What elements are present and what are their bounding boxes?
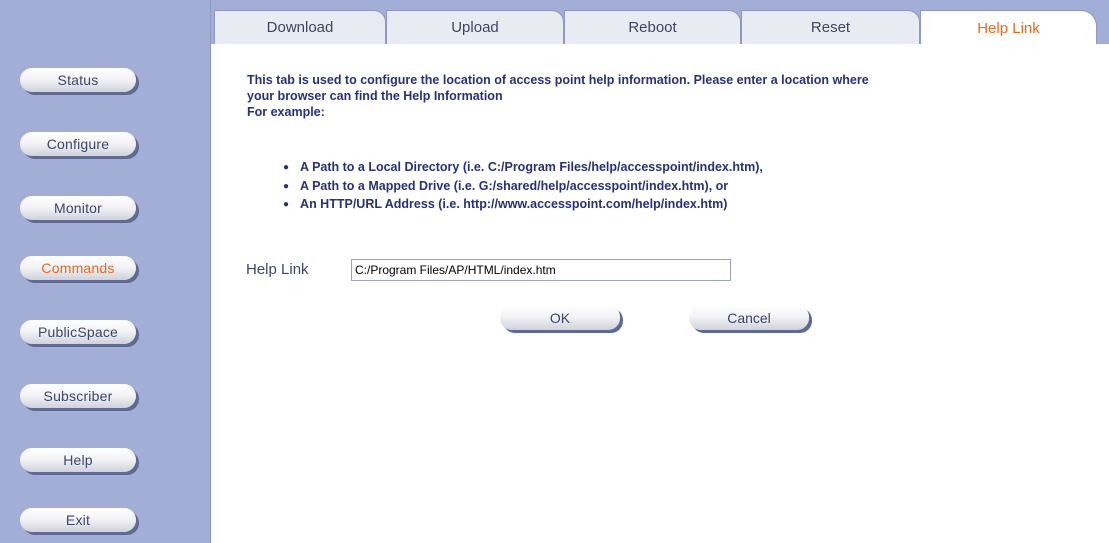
list-item-text: A Path to a Local Directory (i.e. C:/Pro… <box>300 160 763 174</box>
sidebar-item-commands[interactable]: Commands <box>20 256 136 280</box>
tab-label: Reboot <box>628 19 677 36</box>
sidebar-item-exit[interactable]: Exit <box>20 508 136 532</box>
sidebar-item-label: PublicSpace <box>37 324 119 340</box>
list-item-text: An HTTP/URL Address (i.e. http://www.acc… <box>300 197 728 211</box>
ok-button[interactable]: OK <box>500 305 620 330</box>
ok-button-label: OK <box>549 309 571 326</box>
sidebar-item-configure[interactable]: Configure <box>20 132 136 156</box>
sidebar-item-label: Help <box>63 452 93 468</box>
sidebar-item-subscriber[interactable]: Subscriber <box>20 384 136 408</box>
tab-label: Download <box>266 19 334 36</box>
example-list: A Path to a Local Directory (i.e. C:/Pro… <box>283 159 763 215</box>
tab-reset[interactable]: Reset <box>741 10 920 44</box>
sidebar-item-label: Configure <box>46 136 110 152</box>
sidebar-item-help[interactable]: Help <box>20 448 136 472</box>
intro-line: This tab is used to configure the locati… <box>247 73 869 87</box>
list-item-text: A Path to a Mapped Drive (i.e. G:/shared… <box>300 178 729 193</box>
tab-label: Upload <box>451 19 499 36</box>
help-link-label: Help Link <box>246 261 309 278</box>
intro-text: This tab is used to configure the locati… <box>247 72 1077 120</box>
main-content: This tab is used to configure the locati… <box>211 44 1109 543</box>
intro-line: your browser can find the Help Informati… <box>247 89 503 103</box>
sidebar-item-label: Exit <box>65 512 91 528</box>
sidebar: Status Configure Monitor Commands Public… <box>0 0 211 543</box>
list-item: An HTTP/URL Address (i.e. http://www.acc… <box>283 196 763 215</box>
sidebar-item-label: Monitor <box>53 200 103 216</box>
sidebar-item-status[interactable]: Status <box>20 68 136 92</box>
cancel-button[interactable]: Cancel <box>689 305 809 330</box>
app-root: Status Configure Monitor Commands Public… <box>0 0 1109 543</box>
tab-label: Help Link <box>977 19 1040 37</box>
intro-line: For example: <box>247 105 325 119</box>
sidebar-item-label: Commands <box>41 260 115 276</box>
tab-download[interactable]: Download <box>214 10 386 44</box>
sidebar-item-label: Subscriber <box>43 388 113 404</box>
sidebar-item-label: Status <box>57 72 99 88</box>
list-item: A Path to a Local Directory (i.e. C:/Pro… <box>283 159 763 178</box>
tab-label: Reset <box>810 19 851 36</box>
tab-help-link[interactable]: Help Link <box>920 10 1097 45</box>
help-link-input[interactable] <box>351 259 731 281</box>
list-item: A Path to a Mapped Drive (i.e. G:/shared… <box>283 178 763 197</box>
sidebar-item-monitor[interactable]: Monitor <box>20 196 136 220</box>
cancel-button-label: Cancel <box>727 309 771 326</box>
tab-upload[interactable]: Upload <box>386 10 564 44</box>
tab-bar: Download Upload Reboot Reset Help Link <box>211 0 1109 45</box>
tab-reboot[interactable]: Reboot <box>564 10 741 44</box>
sidebar-item-publicspace[interactable]: PublicSpace <box>20 320 136 344</box>
